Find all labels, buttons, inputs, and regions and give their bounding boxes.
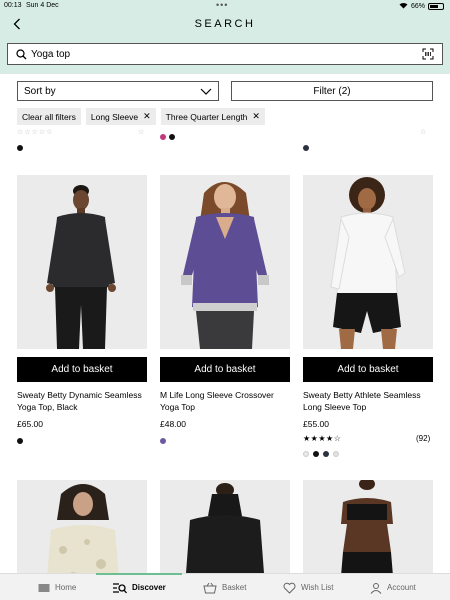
color-swatch[interactable] bbox=[169, 134, 175, 140]
color-swatch[interactable] bbox=[17, 438, 23, 444]
page-title: SEARCH bbox=[194, 18, 256, 30]
nav-home[interactable]: Home bbox=[38, 574, 76, 600]
nav-label: Home bbox=[55, 583, 77, 592]
nav-discover[interactable]: Discover bbox=[113, 574, 166, 600]
close-icon[interactable]: ✕ bbox=[252, 111, 260, 122]
rating-stars-partial: ☆ bbox=[420, 129, 428, 136]
add-to-basket-button[interactable]: Add to basket bbox=[17, 357, 147, 382]
nav-account[interactable]: Account bbox=[370, 574, 416, 600]
status-date: Sun 4 Dec bbox=[26, 2, 59, 9]
rating-stars-partial: ☆☆☆☆☆ bbox=[17, 129, 54, 136]
header: 00:13 Sun 4 Dec ••• 66% SEARCH bbox=[0, 0, 450, 74]
color-swatch[interactable] bbox=[160, 438, 166, 444]
color-swatch[interactable] bbox=[303, 451, 309, 457]
product-image[interactable] bbox=[160, 175, 290, 349]
sort-select[interactable]: Sort by bbox=[17, 81, 219, 101]
clear-all-filters-chip[interactable]: Clear all filters bbox=[17, 108, 81, 125]
heart-icon bbox=[283, 582, 296, 594]
search-icon bbox=[11, 44, 31, 64]
product-price: £55.00 bbox=[303, 419, 329, 429]
status-time: 00:13 bbox=[4, 2, 22, 9]
chevron-down-icon bbox=[200, 88, 212, 95]
nav-label: Wish List bbox=[301, 583, 334, 592]
filter-chip-three-quarter-length[interactable]: Three Quarter Length ✕ bbox=[160, 108, 265, 125]
filter-button[interactable]: Filter (2) bbox=[231, 81, 433, 101]
nav-label: Basket bbox=[222, 583, 247, 592]
account-icon bbox=[370, 582, 382, 594]
barcode-scan-icon[interactable] bbox=[420, 46, 436, 62]
color-swatch[interactable] bbox=[17, 145, 23, 151]
color-swatch[interactable] bbox=[313, 451, 319, 457]
nav-basket[interactable]: Basket bbox=[203, 574, 246, 600]
sort-label: Sort by bbox=[24, 85, 56, 97]
product-price: £65.00 bbox=[17, 419, 43, 429]
nav-label: Account bbox=[387, 583, 416, 592]
product-name[interactable]: M Life Long Sleeve Crossover Yoga Top bbox=[160, 389, 292, 413]
nav-wish-list[interactable]: Wish List bbox=[283, 574, 333, 600]
rating-stars-partial: ☆ bbox=[138, 129, 146, 136]
color-swatch[interactable] bbox=[303, 145, 309, 151]
bottom-navigation: Home Discover Basket Wish List Account bbox=[0, 573, 450, 600]
filter-chip-long-sleeve[interactable]: Long Sleeve ✕ bbox=[85, 108, 156, 125]
color-swatch[interactable] bbox=[323, 451, 329, 457]
discover-icon bbox=[113, 582, 127, 593]
product-name[interactable]: Sweaty Betty Athlete Seamless Long Sleev… bbox=[303, 389, 435, 413]
status-bar: 00:13 Sun 4 Dec ••• 66% bbox=[0, 0, 450, 12]
battery-icon bbox=[428, 3, 444, 10]
chip-label: Long Sleeve bbox=[90, 111, 139, 122]
color-swatch[interactable] bbox=[160, 134, 166, 140]
battery-percentage: 66% bbox=[410, 3, 425, 10]
star-filled-icon: ★ bbox=[326, 434, 334, 443]
active-filter-chips: Clear all filters Long Sleeve ✕ Three Qu… bbox=[17, 108, 265, 125]
star-filled-icon: ★ bbox=[318, 434, 327, 443]
add-to-basket-button[interactable]: Add to basket bbox=[303, 357, 433, 382]
add-to-basket-button[interactable]: Add to basket bbox=[160, 357, 290, 382]
nav-label: Discover bbox=[132, 583, 166, 592]
search-input[interactable] bbox=[31, 45, 420, 63]
previous-row-partial: ☆☆☆☆☆ ☆ ☆ bbox=[0, 128, 450, 154]
wifi-icon bbox=[399, 2, 408, 11]
rating-count: (92) bbox=[416, 434, 431, 443]
basket-icon bbox=[203, 582, 217, 593]
chip-label: Three Quarter Length bbox=[165, 111, 248, 122]
search-box[interactable] bbox=[7, 43, 443, 65]
rating-stars: ★★★★☆ bbox=[303, 434, 341, 443]
star-empty-icon: ☆ bbox=[333, 434, 342, 443]
product-name[interactable]: Sweaty Betty Dynamic Seamless Yoga Top, … bbox=[17, 389, 149, 413]
product-image[interactable] bbox=[303, 175, 433, 349]
home-icon bbox=[38, 583, 50, 592]
color-swatch[interactable] bbox=[333, 451, 339, 457]
close-icon[interactable]: ✕ bbox=[143, 111, 151, 122]
product-image[interactable] bbox=[17, 175, 147, 349]
product-price: £48.00 bbox=[160, 419, 186, 429]
chip-label: Clear all filters bbox=[22, 111, 76, 122]
star-filled-icon: ★ bbox=[303, 434, 311, 443]
multitasking-dots-icon[interactable]: ••• bbox=[216, 0, 228, 10]
